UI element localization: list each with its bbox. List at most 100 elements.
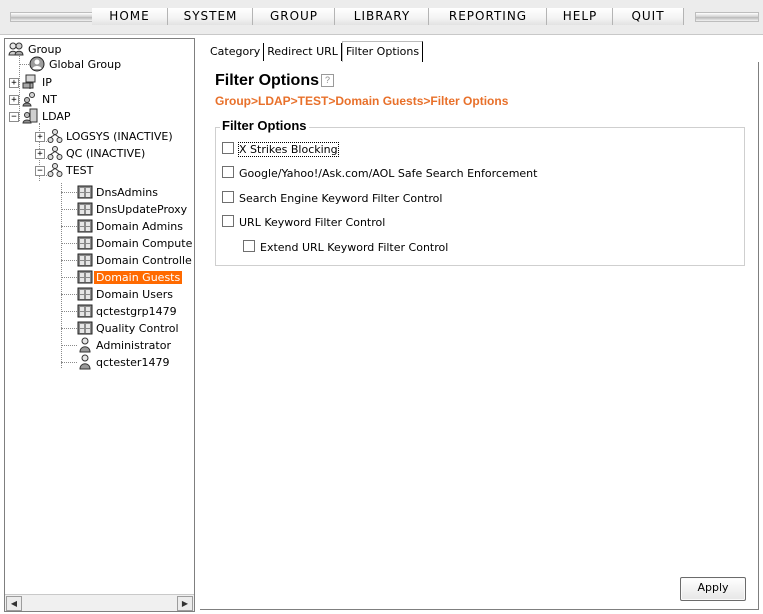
tree-node-test[interactable]: − TEST <box>35 162 95 179</box>
org-unit-icon <box>47 163 63 177</box>
tree-line <box>61 183 62 368</box>
menu-bar-decoration-right <box>695 12 759 22</box>
tree-node-dnsupdateproxy[interactable]: DnsUpdateProxy <box>77 201 189 218</box>
option-search-engine-keyword[interactable]: Search Engine Keyword Filter Control <box>222 191 442 207</box>
tab-redirect-url[interactable]: Redirect URL <box>264 43 342 61</box>
tree-node-global-group[interactable]: Global Group <box>29 56 123 73</box>
menu-library[interactable]: LIBRARY <box>334 8 429 25</box>
tree-label-selected: Domain Guests <box>94 271 183 284</box>
tree-label: LDAP <box>42 110 71 123</box>
security-group-icon <box>77 253 93 267</box>
tree-node-domain-controllers[interactable]: Domain Controlle <box>77 252 194 269</box>
extend-url-keyword-checkbox[interactable] <box>243 240 255 252</box>
tree-node-quality-control[interactable]: Quality Control <box>77 320 181 337</box>
security-group-icon <box>77 185 93 199</box>
tree-label: Group <box>28 43 62 56</box>
directory-users-icon <box>22 108 38 124</box>
menu-help[interactable]: HELP <box>546 8 613 25</box>
tree-node-domain-users[interactable]: Domain Users <box>77 286 175 303</box>
security-group-icon <box>77 270 93 284</box>
tree-node-logsys[interactable]: + LOGSYS (INACTIVE) <box>35 128 175 145</box>
org-unit-icon <box>47 129 63 143</box>
user-icon <box>79 354 91 370</box>
menu-quit[interactable]: QUIT <box>612 8 684 25</box>
security-group-icon <box>77 304 93 318</box>
expand-icon[interactable]: + <box>9 78 19 88</box>
tree-label: Domain Controlle <box>96 254 192 267</box>
horizontal-scrollbar[interactable]: ◀ ▶ <box>5 594 194 611</box>
collapse-icon[interactable]: − <box>9 112 19 122</box>
search-engine-keyword-checkbox[interactable] <box>222 191 234 203</box>
tree-label: Administrator <box>96 339 171 352</box>
tree-label: TEST <box>66 164 94 177</box>
tree-label: LOGSYS (INACTIVE) <box>66 130 173 143</box>
tree-label: NT <box>42 93 57 106</box>
expand-icon[interactable]: + <box>35 132 45 142</box>
tree-line <box>19 64 29 65</box>
expand-icon[interactable]: + <box>35 149 45 159</box>
scroll-left-icon[interactable]: ◀ <box>6 596 22 611</box>
tree-node-qctestgrp1479[interactable]: qctestgrp1479 <box>77 303 179 320</box>
menu-reporting[interactable]: REPORTING <box>428 8 547 25</box>
content-border <box>200 609 759 610</box>
tree-label: DnsUpdateProxy <box>96 203 188 216</box>
option-url-keyword[interactable]: URL Keyword Filter Control <box>222 215 385 231</box>
safe-search-checkbox[interactable] <box>222 166 234 178</box>
tree-node-dnsadmins[interactable]: DnsAdmins <box>77 184 160 201</box>
tab-filter-options[interactable]: Filter Options <box>341 41 424 62</box>
security-group-icon <box>77 321 93 335</box>
users-group-icon <box>8 42 24 56</box>
collapse-icon[interactable]: − <box>35 166 45 176</box>
option-label: X Strikes Blocking <box>238 142 339 157</box>
tree-label: Domain Admins <box>96 220 183 233</box>
url-keyword-checkbox[interactable] <box>222 215 234 227</box>
tree-node-nt[interactable]: + NT <box>9 91 59 108</box>
tree-line <box>61 345 77 346</box>
tree-line <box>61 294 77 295</box>
tree-node-qctester1479[interactable]: qctester1479 <box>77 354 171 371</box>
top-menu-bar: HOME SYSTEM GROUP LIBRARY REPORTING HELP… <box>0 0 763 35</box>
option-safe-search[interactable]: Google/Yahoo!/Ask.com/AOL Safe Search En… <box>222 166 537 182</box>
tree-node-domain-admins[interactable]: Domain Admins <box>77 218 185 235</box>
network-users-icon <box>22 92 35 107</box>
tree-node-domain-computers[interactable]: Domain Compute <box>77 235 194 252</box>
scroll-right-icon[interactable]: ▶ <box>177 596 193 611</box>
expand-icon[interactable]: + <box>9 95 19 105</box>
security-group-icon <box>77 236 93 250</box>
tree-node-domain-guests[interactable]: Domain Guests <box>77 269 183 286</box>
tab-category[interactable]: Category <box>207 43 265 61</box>
tab-bar: Category Redirect URL Filter Options <box>207 41 424 65</box>
apply-button[interactable]: Apply <box>680 577 746 601</box>
tree-node-qc[interactable]: + QC (INACTIVE) <box>35 145 147 162</box>
group-tree-panel: Group Global Group + IP + NT − LDAP + LO… <box>4 38 195 612</box>
tree-label: Quality Control <box>96 322 179 335</box>
x-strikes-checkbox[interactable] <box>222 142 234 154</box>
tree-line <box>61 277 77 278</box>
network-computer-icon <box>22 74 36 89</box>
tree-line <box>61 311 77 312</box>
tree-node-ldap[interactable]: − LDAP <box>9 108 73 125</box>
tree-line <box>61 226 77 227</box>
page-title: Filter Options? <box>215 72 334 90</box>
tree-label: DnsAdmins <box>96 186 158 199</box>
option-label: URL Keyword Filter Control <box>239 216 386 229</box>
user-icon <box>79 337 91 353</box>
tree-line <box>61 192 77 193</box>
org-unit-icon <box>47 146 63 160</box>
content-border <box>758 62 759 610</box>
security-group-icon <box>77 202 93 216</box>
option-extend-url-keyword[interactable]: Extend URL Keyword Filter Control <box>243 240 448 256</box>
help-icon[interactable]: ? <box>321 74 334 87</box>
content-panel: Category Redirect URL Filter Options Filte… <box>200 38 759 610</box>
tree-line <box>61 362 77 363</box>
tree-label: Domain Users <box>96 288 173 301</box>
tree-line <box>61 260 77 261</box>
tree-label: Global Group <box>49 58 122 71</box>
menu-system[interactable]: SYSTEM <box>167 8 253 25</box>
tree-node-ip[interactable]: + IP <box>9 74 54 91</box>
menu-bar-decoration-left <box>10 12 94 22</box>
option-x-strikes[interactable]: X Strikes Blocking <box>222 142 339 158</box>
menu-home[interactable]: HOME <box>92 8 167 25</box>
tree-node-administrator[interactable]: Administrator <box>77 337 173 354</box>
menu-group[interactable]: GROUP <box>252 8 335 25</box>
